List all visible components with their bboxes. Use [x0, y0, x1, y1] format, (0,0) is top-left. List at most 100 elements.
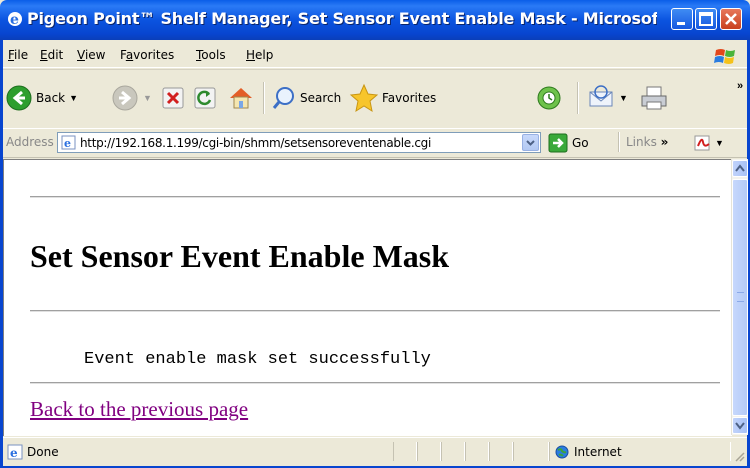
stop-button[interactable]: [161, 80, 185, 116]
menu-label: ile: [14, 48, 29, 62]
maximize-button[interactable]: [695, 8, 717, 30]
back-button[interactable]: Back ▼: [5, 80, 78, 116]
svg-text:e: e: [10, 446, 18, 460]
print-button[interactable]: [639, 80, 669, 116]
vertical-scrollbar[interactable]: [731, 159, 748, 435]
page-heading: Set Sensor Event Enable Mask: [30, 238, 450, 274]
history-icon: [537, 86, 561, 110]
scroll-thumb[interactable]: [732, 179, 748, 416]
svg-text:e: e: [10, 12, 19, 28]
standard-toolbar: Back ▼ ▼ Search Favorites ▼ »: [3, 69, 747, 126]
menu-label: dit: [47, 48, 64, 62]
window-title: Pigeon Point™ Shelf Manager, Set Sensor …: [27, 9, 657, 28]
status-bar: e Done Internet: [3, 437, 747, 466]
favorites-label: Favorites: [382, 91, 437, 105]
refresh-button[interactable]: [193, 80, 217, 116]
star-icon: [349, 83, 379, 113]
close-button[interactable]: [720, 8, 742, 30]
home-icon: [230, 88, 252, 109]
windows-logo-icon: [714, 49, 735, 64]
chevron-down-icon: [735, 422, 745, 430]
menu-accel: V: [77, 48, 85, 62]
horizontal-rule: [30, 382, 720, 384]
svg-text:e: e: [64, 137, 71, 150]
menu-bar: File Edit View Favorites Tools Help: [3, 45, 747, 68]
title-bar[interactable]: e Pigeon Point™ Shelf Manager, Set Senso…: [0, 0, 750, 40]
acrobat-button[interactable]: ▼: [693, 134, 724, 152]
status-cell: [489, 442, 513, 461]
toolbar-overflow-icon[interactable]: »: [737, 80, 743, 92]
status-cell: [417, 442, 441, 461]
go-arrow-icon: [548, 133, 568, 152]
back-label: Back: [36, 91, 66, 105]
links-overflow-icon: »: [660, 135, 669, 149]
horizontal-rule: [30, 310, 720, 312]
menu-label: vorites: [133, 48, 175, 62]
back-link[interactable]: Back to the previous page: [30, 397, 248, 422]
search-button[interactable]: Search: [271, 80, 341, 116]
horizontal-rule: [30, 196, 720, 198]
address-separator: [618, 132, 620, 152]
globe-icon: [555, 445, 569, 459]
forward-button[interactable]: ▼: [111, 80, 152, 116]
menu-label: iew: [84, 48, 106, 62]
page-ie-icon: e: [61, 135, 76, 150]
address-dropdown-button[interactable]: [522, 134, 539, 151]
chevron-down-icon[interactable]: ▼: [619, 93, 628, 103]
status-cell: [513, 442, 549, 461]
home-button[interactable]: [227, 80, 255, 116]
menu-label: elp: [255, 48, 274, 62]
close-icon: [725, 13, 737, 25]
menu-file[interactable]: File: [8, 48, 28, 62]
links-label: Links: [626, 135, 657, 149]
toolbar-separator: [263, 82, 265, 114]
forward-arrow-icon: [112, 85, 138, 111]
search-label: Search: [300, 91, 342, 105]
printer-icon: [641, 86, 667, 110]
history-button[interactable]: [535, 80, 563, 116]
go-label: Go: [572, 135, 589, 150]
mail-button[interactable]: ▼: [587, 80, 628, 116]
menu-label: ools: [201, 48, 226, 62]
favorites-button[interactable]: Favorites: [349, 80, 436, 116]
back-arrow-icon: [6, 85, 32, 111]
page-done-icon: e: [7, 444, 23, 460]
menu-help[interactable]: Help: [246, 48, 273, 62]
pdf-icon: [694, 135, 710, 151]
browser-window: e Pigeon Point™ Shelf Manager, Set Senso…: [0, 0, 750, 468]
address-label: Address: [6, 135, 54, 149]
mail-icon: [589, 85, 613, 107]
menu-view[interactable]: View: [77, 48, 105, 62]
menu-edit[interactable]: Edit: [40, 48, 63, 62]
links-button[interactable]: Links »: [626, 135, 668, 149]
toolbar-separator: [577, 82, 579, 114]
resize-grip-icon[interactable]: [733, 450, 745, 462]
status-cell: [441, 442, 465, 461]
minimize-button[interactable]: [671, 8, 693, 30]
status-cell: [465, 442, 489, 461]
go-button[interactable]: Go: [548, 132, 589, 153]
menu-accel: E: [40, 48, 48, 62]
menu-favorites[interactable]: Favorites: [120, 48, 174, 62]
maximize-icon: [699, 12, 713, 26]
menu-accel: H: [246, 48, 256, 62]
chevron-down-icon[interactable]: ▼: [69, 93, 78, 103]
address-bar: Address e http://192.168.1.199/cgi-bin/s…: [3, 128, 747, 158]
scroll-up-button[interactable]: [732, 160, 748, 177]
menu-tools[interactable]: Tools: [196, 48, 226, 62]
scroll-grip: [737, 292, 744, 302]
refresh-icon: [194, 87, 216, 109]
page-content: Set Sensor Event Enable Mask Event enabl…: [3, 159, 732, 436]
status-message: Event enable mask set successfully: [84, 350, 431, 369]
chevron-down-icon[interactable]: ▼: [143, 93, 152, 103]
address-input[interactable]: e http://192.168.1.199/cgi-bin/shmm/sets…: [57, 132, 541, 153]
address-url: http://192.168.1.199/cgi-bin/shmm/setsen…: [80, 136, 432, 150]
zone-label: Internet: [574, 445, 622, 459]
chevron-down-icon: ▼: [715, 138, 724, 148]
status-cell: [393, 442, 417, 461]
search-icon: [272, 87, 294, 109]
ie-icon: e: [8, 12, 22, 28]
status-text: Done: [27, 445, 59, 459]
security-zone[interactable]: Internet: [555, 445, 622, 459]
scroll-down-button[interactable]: [732, 417, 748, 434]
